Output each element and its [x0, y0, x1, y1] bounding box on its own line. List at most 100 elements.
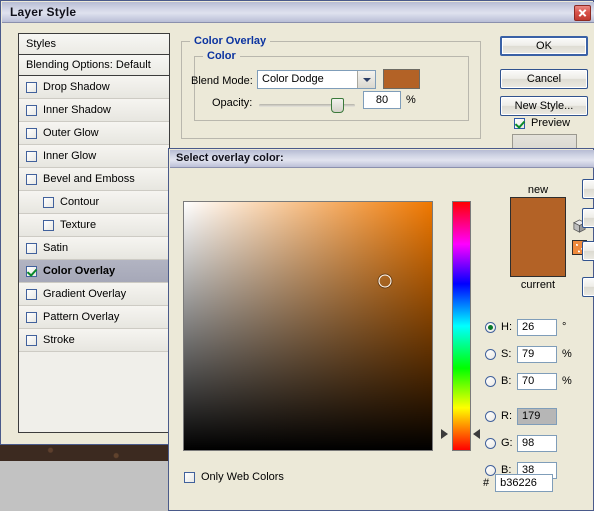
effect-checkbox[interactable] [26, 242, 37, 254]
effect-row[interactable]: Contour [19, 191, 169, 214]
effect-row[interactable]: Outer Glow [19, 122, 169, 145]
effects-container: Drop Shadow Inner Shadow Outer Glow Inner G… [19, 76, 169, 352]
effect-row[interactable]: Stroke [19, 329, 169, 352]
effect-checkbox[interactable] [26, 127, 37, 139]
chevron-down-icon[interactable] [357, 71, 375, 88]
effect-checkbox[interactable] [26, 173, 37, 185]
color-field-saturation: S: 79% [485, 344, 572, 364]
styles-list: Styles Blending Options: Default Drop Sh… [18, 33, 170, 433]
effect-row[interactable]: Pattern Overlay [19, 306, 169, 329]
unit-brightness: % [562, 375, 572, 387]
effect-checkbox[interactable] [26, 104, 37, 116]
hue-slider-arrow-left[interactable] [441, 428, 448, 439]
effect-label: Stroke [43, 333, 75, 346]
saturation-brightness-field[interactable] [183, 201, 433, 451]
title-bar: Layer Style [2, 2, 594, 23]
blend-mode-value: Color Dodge [262, 73, 324, 85]
preview-label: Preview [531, 117, 571, 129]
effect-checkbox[interactable] [26, 311, 37, 323]
effect-row[interactable]: Bevel and Emboss [19, 168, 169, 191]
blend-mode-select[interactable]: Color Dodge [257, 70, 376, 89]
effect-row[interactable]: Gradient Overlay [19, 283, 169, 306]
new-color-label: new [527, 184, 549, 196]
input-green[interactable]: 98 [517, 434, 557, 452]
overlay-color-swatch[interactable] [383, 69, 420, 89]
color-field-red: R: 179 [485, 406, 562, 426]
opacity-unit: % [406, 94, 416, 106]
blend-mode-label: Blend Mode: [191, 75, 253, 87]
picker-custom-button[interactable] [582, 241, 594, 261]
new-style-button[interactable]: New Style... [500, 96, 588, 116]
preview-checkbox[interactable] [514, 117, 525, 129]
effect-checkbox[interactable] [26, 288, 37, 300]
effect-label: Color Overlay [43, 264, 116, 277]
effect-checkbox[interactable] [43, 196, 54, 208]
only-web-colors-checkbox[interactable] [184, 471, 195, 483]
preview-checkbox-row[interactable]: Preview [514, 117, 570, 129]
color-picker-title-bar: Select overlay color: [170, 150, 594, 168]
effect-checkbox[interactable] [26, 81, 37, 93]
opacity-slider-track[interactable] [259, 98, 355, 113]
label-brightness: B: [501, 375, 512, 387]
current-color-label: current [520, 279, 556, 291]
picker-cancel-button[interactable] [582, 208, 594, 228]
effect-label: Inner Glow [43, 149, 97, 162]
label-red: R: [501, 410, 512, 422]
hex-input[interactable]: b36226 [495, 474, 554, 492]
color-picker-title: Select overlay color: [176, 152, 284, 164]
input-saturation[interactable]: 79 [517, 345, 557, 363]
opacity-slider-thumb[interactable] [330, 98, 344, 113]
page-title: Layer Style [10, 5, 77, 19]
color-field-marker[interactable] [378, 274, 392, 288]
input-hue[interactable]: 26 [517, 318, 557, 336]
effect-checkbox[interactable] [43, 219, 54, 231]
radio-saturation[interactable] [485, 348, 496, 360]
effect-label: Inner Shadow [43, 103, 111, 116]
cancel-button[interactable]: Cancel [500, 69, 588, 89]
hue-slider-strip[interactable] [452, 201, 471, 451]
effect-row[interactable]: Inner Glow [19, 145, 169, 168]
opacity-input[interactable]: 80 [363, 91, 401, 109]
effect-label: Drop Shadow [43, 80, 110, 93]
unit-hue: ° [562, 321, 567, 333]
color-field-hue: H: 26 ° [485, 317, 566, 337]
effect-label: Texture [60, 218, 97, 231]
hex-label: # [483, 477, 490, 489]
effect-row[interactable]: Satin [19, 237, 169, 260]
effect-label: Gradient Overlay [43, 287, 127, 300]
radio-red[interactable] [485, 410, 496, 422]
effect-row[interactable]: Color Overlay [19, 260, 169, 283]
effect-checkbox[interactable] [26, 334, 37, 346]
opacity-label: Opacity: [212, 97, 253, 109]
hue-slider-arrow-right[interactable] [473, 428, 480, 439]
picker-ok-button[interactable] [582, 179, 594, 199]
effect-checkbox[interactable] [26, 150, 37, 162]
close-icon[interactable] [574, 5, 591, 21]
styles-list-header[interactable]: Styles [19, 34, 169, 55]
effect-label: Satin [43, 241, 69, 254]
color-compare-box [510, 197, 566, 277]
input-brightness[interactable]: 70 [517, 372, 557, 390]
only-web-colors-label: Only Web Colors [201, 471, 284, 483]
color-field-green: G: 98 [485, 433, 562, 453]
effect-checkbox[interactable] [26, 265, 37, 277]
blending-options-row[interactable]: Blending Options: Default [19, 55, 169, 76]
effect-label: Bevel and Emboss [43, 172, 135, 185]
input-red[interactable]: 179 [517, 407, 557, 425]
color-field-brightness: B: 70% [485, 371, 572, 391]
effect-row[interactable]: Inner Shadow [19, 99, 169, 122]
picker-extra-button[interactable] [582, 277, 594, 297]
only-web-colors-row[interactable]: Only Web Colors [184, 471, 284, 483]
new-color-swatch[interactable] [511, 198, 565, 276]
effect-row[interactable]: Drop Shadow [19, 76, 169, 99]
radio-brightness[interactable] [485, 375, 496, 387]
radio-hue[interactable] [485, 321, 496, 333]
ok-button[interactable]: OK [500, 36, 588, 56]
label-hue: H: [501, 321, 512, 333]
label-saturation: S: [501, 348, 512, 360]
effect-row[interactable]: Texture [19, 214, 169, 237]
color-overlay-group-title: Color Overlay [190, 35, 271, 47]
radio-green[interactable] [485, 437, 496, 449]
black-gradient-layer [184, 202, 432, 450]
unit-saturation: % [562, 348, 572, 360]
